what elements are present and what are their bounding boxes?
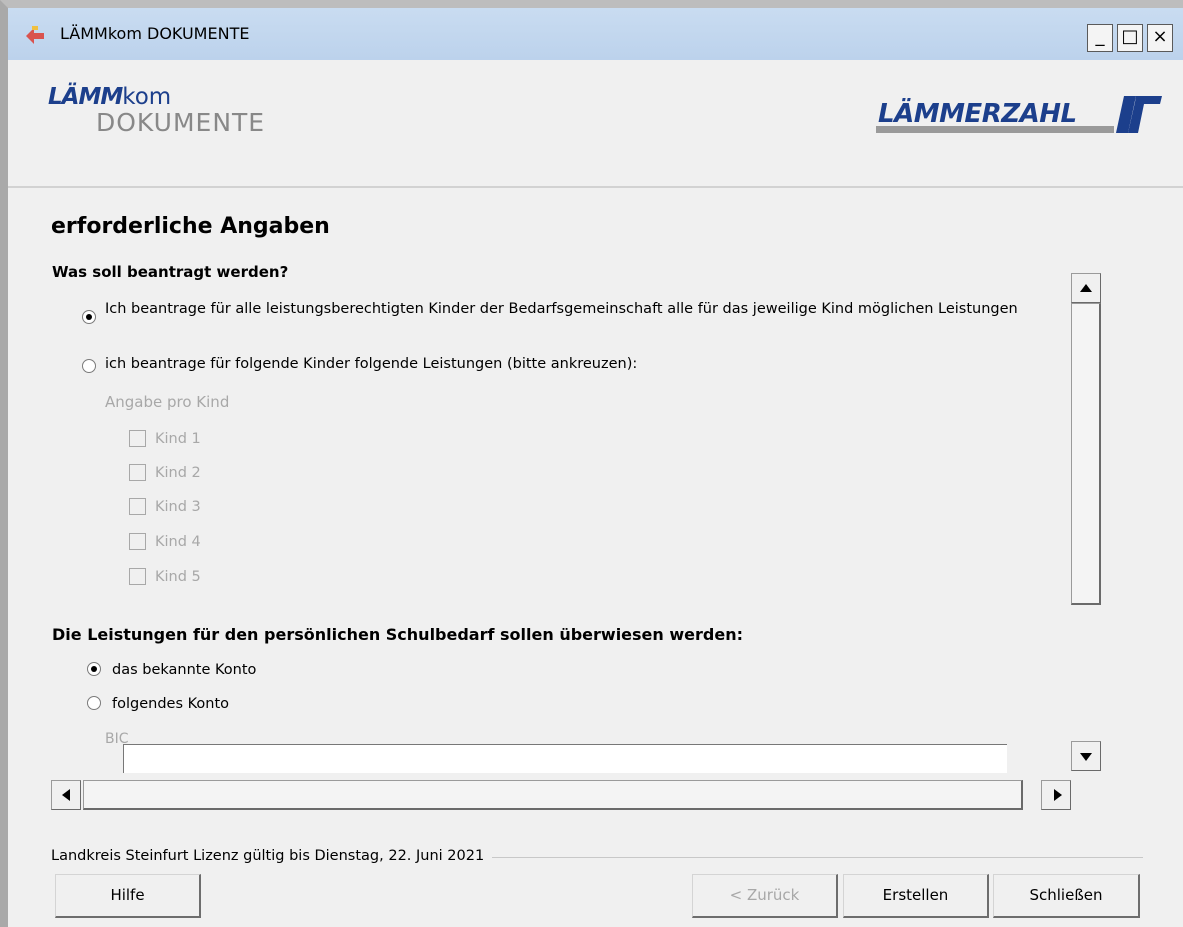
checkbox-kind-5-label: Kind 5 bbox=[155, 569, 201, 585]
product-logo-suffix: kom bbox=[122, 84, 172, 110]
checkbox-kind-3[interactable] bbox=[129, 498, 146, 515]
radio-other-account[interactable] bbox=[87, 696, 101, 710]
arrow-left-icon bbox=[62, 789, 70, 801]
question-heading-application: Was soll beantragt werden? bbox=[52, 263, 289, 281]
license-text: Landkreis Steinfurt Lizenz gültig bis Di… bbox=[51, 848, 493, 864]
help-button[interactable]: Hilfe bbox=[55, 874, 201, 918]
create-button[interactable]: Erstellen bbox=[843, 874, 989, 918]
title-bar[interactable]: LÄMMkom DOKUMENTE _ □ × bbox=[8, 8, 1183, 60]
close-button[interactable]: Schließen bbox=[993, 874, 1140, 918]
checkbox-kind-4[interactable] bbox=[129, 533, 146, 550]
minimize-icon: _ bbox=[1095, 26, 1105, 47]
company-logo: LÄMMERZAHL bbox=[876, 96, 1162, 133]
application-window: LÄMMkom DOKUMENTE _ □ × LÄMMkom DOKUMENT… bbox=[0, 0, 1183, 927]
maximize-icon: □ bbox=[1121, 26, 1139, 47]
product-logo: LÄMMkom bbox=[48, 84, 171, 110]
product-logo-subtitle: DOKUMENTE bbox=[96, 108, 266, 137]
radio-all-children[interactable] bbox=[82, 310, 96, 324]
checkbox-kind-3-label: Kind 3 bbox=[155, 499, 201, 515]
scroll-left-button[interactable] bbox=[51, 780, 81, 810]
radio-selected-children[interactable] bbox=[82, 359, 96, 373]
option-all-children-label: Ich beantrage für alle leistungsberechti… bbox=[105, 301, 1018, 317]
bic-input[interactable] bbox=[123, 744, 1007, 773]
arrow-down-icon bbox=[1080, 753, 1092, 761]
horizontal-scrollbar[interactable] bbox=[51, 780, 1071, 812]
checkbox-kind-2[interactable] bbox=[129, 464, 146, 481]
maximize-button[interactable]: □ bbox=[1117, 24, 1143, 52]
checkbox-kind-4-label: Kind 4 bbox=[155, 534, 201, 550]
arrow-right-icon bbox=[1054, 789, 1062, 801]
question-heading-payment: Die Leistungen für den persönlichen Schu… bbox=[52, 625, 743, 644]
horizontal-scroll-thumb[interactable] bbox=[83, 780, 1023, 810]
option-other-account-label: folgendes Konto bbox=[112, 696, 230, 712]
checkbox-kind-1-label: Kind 1 bbox=[155, 431, 201, 447]
license-row: Landkreis Steinfurt Lizenz gültig bis Di… bbox=[51, 848, 1143, 868]
scroll-down-button[interactable] bbox=[1071, 741, 1101, 771]
scroll-right-button[interactable] bbox=[1041, 780, 1071, 810]
form-content: erforderliche Angaben Was soll beantragt… bbox=[8, 188, 1183, 927]
close-icon: × bbox=[1152, 26, 1168, 47]
vertical-scrollbar[interactable] bbox=[1071, 273, 1103, 771]
window-title: LÄMMkom DOKUMENTE bbox=[60, 24, 250, 43]
form-scroll-area[interactable]: Was soll beantragt werden? Ich beantrage… bbox=[51, 263, 1063, 773]
option-known-account-label: das bekannte Konto bbox=[112, 662, 257, 678]
section-title: erforderliche Angaben bbox=[51, 214, 330, 239]
back-button[interactable]: < Zurück bbox=[692, 874, 838, 918]
app-icon bbox=[26, 26, 44, 44]
minimize-button[interactable]: _ bbox=[1087, 24, 1113, 52]
company-logo-text: LÄMMERZAHL bbox=[878, 97, 1077, 129]
checkbox-kind-2-label: Kind 2 bbox=[155, 465, 201, 481]
header-banner: LÄMMkom DOKUMENTE LÄMMERZAHL bbox=[8, 60, 1183, 188]
radio-known-account[interactable] bbox=[87, 662, 101, 676]
option-selected-children-label: ich beantrage für folgende Kinder folgen… bbox=[105, 356, 638, 372]
vertical-scroll-thumb[interactable] bbox=[1071, 303, 1101, 605]
checkbox-kind-5[interactable] bbox=[129, 568, 146, 585]
close-window-button[interactable]: × bbox=[1147, 24, 1173, 52]
arrow-up-icon bbox=[1080, 284, 1092, 292]
per-child-label: Angabe pro Kind bbox=[105, 393, 230, 411]
checkbox-kind-1[interactable] bbox=[129, 430, 146, 447]
scroll-up-button[interactable] bbox=[1071, 273, 1101, 303]
product-logo-brand: LÄMM bbox=[48, 84, 123, 110]
